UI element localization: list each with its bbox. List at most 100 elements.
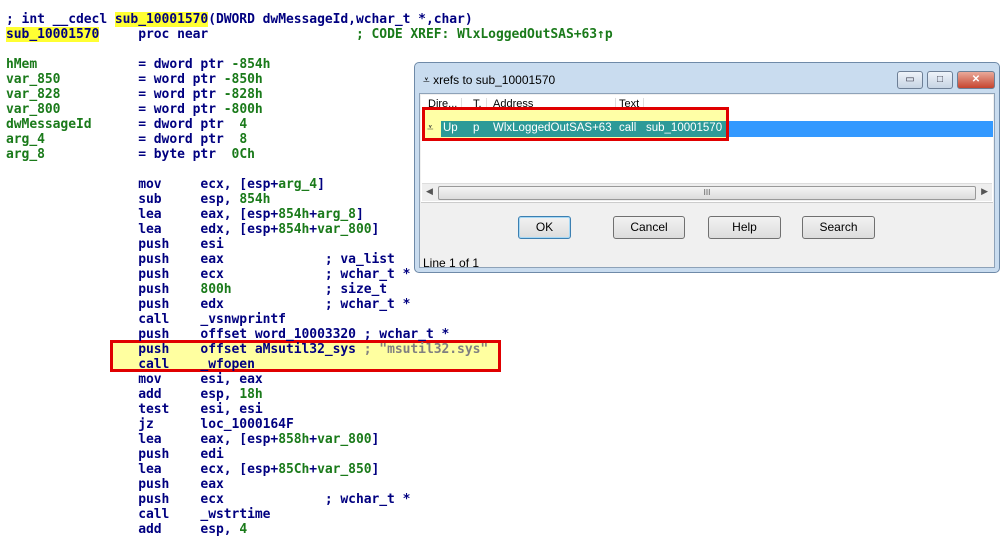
code-token: = word ptr [138, 72, 224, 87]
row-direction: Up [443, 122, 458, 134]
code-token: 854h [278, 222, 310, 237]
code-token: arg_8 [317, 207, 356, 222]
code-token: call _vsnwprintf [6, 312, 286, 327]
code-line[interactable]: push offset aMsutil32_sys ; "msutil32.sy… [6, 342, 613, 357]
help-button[interactable]: Help [708, 216, 781, 239]
code-line[interactable]: push eax [6, 477, 613, 492]
code-line[interactable]: ; int __cdecl sub_10001570(DWORD dwMessa… [6, 12, 613, 27]
code-token: 4 [239, 117, 248, 132]
scroll-right-icon[interactable]: ▶ [981, 186, 988, 197]
code-token: mov ecx, [esp+ [6, 177, 279, 192]
code-token: arg_8 [6, 147, 139, 162]
code-token: (DWORD dwMessageId,wchar_t *,char) [208, 12, 473, 27]
code-token: push eax [6, 477, 224, 492]
minimize-button[interactable]: ▭ [897, 71, 923, 89]
code-token: = dword ptr [138, 117, 240, 132]
code-token: 0Ch [231, 147, 255, 162]
code-line[interactable]: test esi, esi [6, 402, 613, 417]
code-token: ] [371, 222, 380, 237]
annotation-box-top [422, 107, 729, 110]
code-token: 8 [239, 132, 248, 147]
code-line[interactable]: add esp, 4 [6, 522, 613, 537]
code-token: push edi [6, 447, 224, 462]
scroll-left-icon[interactable]: ◀ [426, 186, 433, 197]
code-token: arg_4 [278, 177, 318, 192]
code-token: + [309, 432, 318, 447]
code-line[interactable]: mov esi, eax [6, 372, 613, 387]
code-token: = word ptr [138, 102, 224, 117]
code-line[interactable]: sub_10001570 proc near ; CODE XREF: WlxL… [6, 27, 613, 42]
row-text-op: call [619, 122, 637, 134]
code-token: push ecx ; wchar_t * [6, 492, 411, 507]
code-token: call _wstrtime [6, 507, 271, 522]
code-token: lea eax, [esp+ [6, 207, 279, 222]
xref-icon: ⩡ [423, 73, 434, 87]
code-line[interactable]: call _vsnwprintf [6, 312, 613, 327]
code-token: = dword ptr [138, 57, 232, 72]
code-line[interactable]: call _wstrtime [6, 507, 613, 522]
scroll-thumb[interactable]: III [438, 186, 976, 200]
code-token: lea eax, [esp+ [6, 432, 279, 447]
dialog-title: ⩡ xrefs to sub_10001570 [423, 73, 556, 87]
search-button[interactable]: Search [802, 216, 875, 239]
code-token: = word ptr [138, 87, 224, 102]
code-token: push edx ; wchar_t * [6, 297, 411, 312]
code-token: -854h [231, 57, 271, 72]
row-address: WlxLoggedOutSAS+63 [493, 122, 612, 134]
code-token: -800h [223, 102, 263, 117]
code-line[interactable]: lea eax, [esp+858h+var_800] [6, 432, 613, 447]
code-token: push offset aMsutil32_sys [6, 342, 364, 357]
code-token: = byte ptr [138, 147, 232, 162]
row-text-target: sub_10001570 [646, 122, 723, 134]
code-token: + [309, 222, 318, 237]
code-token: mov esi, eax [6, 372, 263, 387]
code-token: jz loc_1000164F [6, 417, 294, 432]
code-line[interactable]: push edi [6, 447, 613, 462]
code-token: var_800 [317, 432, 372, 447]
code-token: hMem [6, 57, 139, 72]
cancel-button[interactable]: Cancel [613, 216, 685, 239]
xref-icon: ⩡ [427, 122, 434, 134]
horizontal-scrollbar[interactable]: ◀ III ▶ [422, 183, 992, 201]
table-row[interactable]: ⩡ Up p WlxLoggedOutSAS+63 call sub_10001… [421, 121, 993, 137]
code-token: lea ecx, [esp+ [6, 462, 279, 477]
code-token: ] [371, 462, 380, 477]
dialog-body: Dire... T. Address Text ⩡ Up p WlxLogged… [419, 93, 995, 270]
code-line[interactable]: jz loc_1000164F [6, 417, 613, 432]
code-token: ] [355, 207, 364, 222]
code-token: push offset word_10003320 ; wchar_t * [6, 327, 450, 342]
code-token: ; size_t [231, 282, 388, 297]
annotation-box-right [726, 107, 729, 141]
code-line[interactable]: add esp, 18h [6, 387, 613, 402]
code-line[interactable]: call _wfopen [6, 357, 613, 372]
code-token: sub esp, [6, 192, 240, 207]
code-token: var_828 [6, 87, 139, 102]
code-token: ] [317, 177, 325, 192]
code-token: test esi, esi [6, 402, 263, 417]
code-token: dwMessageId [6, 117, 139, 132]
code-line[interactable]: push edx ; wchar_t * [6, 297, 613, 312]
code-token: var_800 [317, 222, 372, 237]
code-line[interactable]: lea ecx, [esp+85Ch+var_850] [6, 462, 613, 477]
code-token: 854h [278, 207, 310, 222]
code-token: push [6, 282, 201, 297]
code-token: -828h [223, 87, 263, 102]
xrefs-list[interactable]: Dire... T. Address Text ⩡ Up p WlxLogged… [421, 95, 993, 203]
code-line[interactable] [6, 42, 613, 57]
code-token: 858h [278, 432, 310, 447]
code-token: 800h [200, 282, 232, 297]
ok-button[interactable]: OK [518, 216, 571, 239]
maximize-button[interactable]: □ [927, 71, 953, 89]
xrefs-dialog: ⩡ xrefs to sub_10001570 ▭ □ ✕ Dire... T.… [414, 62, 1000, 273]
code-token: ; int __cdecl [6, 12, 115, 27]
annotation-box-bottom [422, 138, 729, 141]
code-token: push esi [6, 237, 224, 252]
code-token: var_850 [317, 462, 372, 477]
close-button[interactable]: ✕ [957, 71, 995, 89]
code-token: -850h [223, 72, 263, 87]
code-token: ; "msutil32.sys" [363, 342, 489, 357]
code-line[interactable]: push ecx ; wchar_t * [6, 492, 613, 507]
code-token: lea edx, [esp+ [6, 222, 279, 237]
code-line[interactable]: push offset word_10003320 ; wchar_t * [6, 327, 613, 342]
code-line[interactable]: push 800h ; size_t [6, 282, 613, 297]
